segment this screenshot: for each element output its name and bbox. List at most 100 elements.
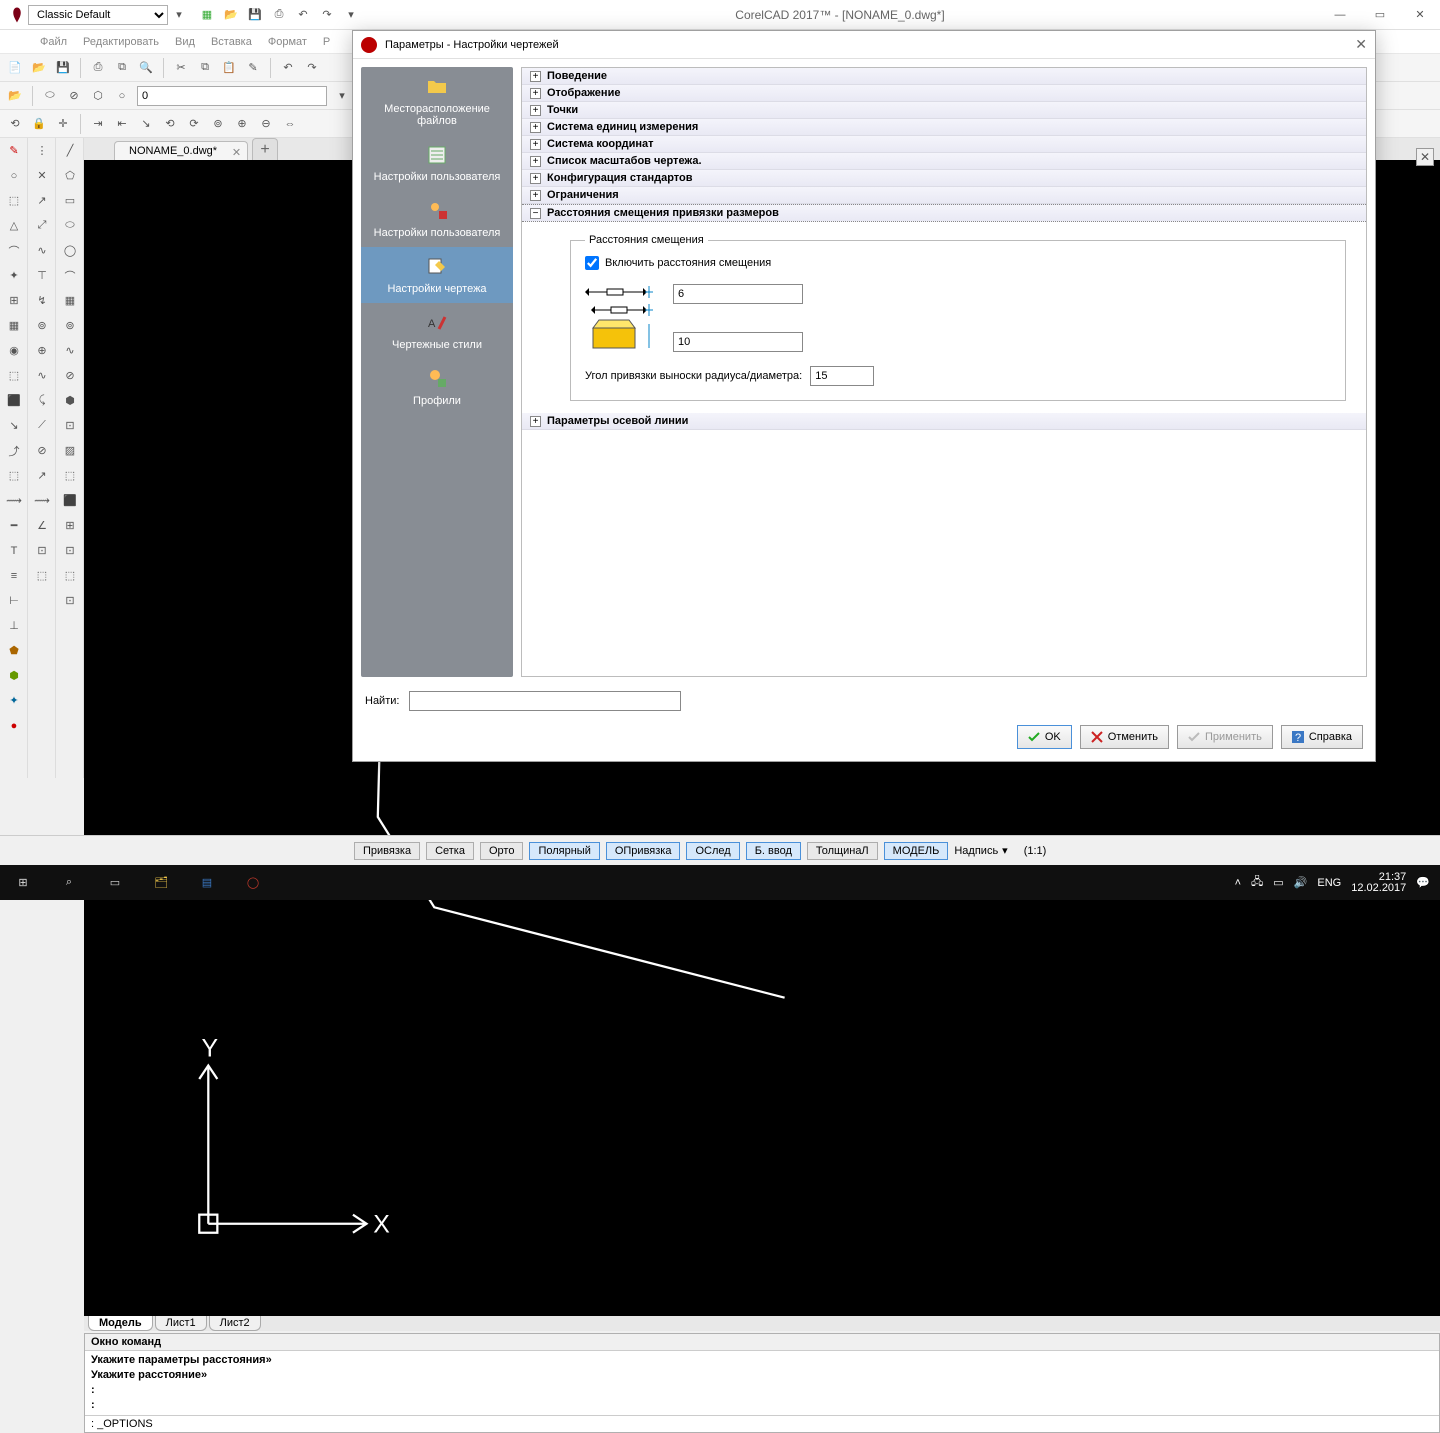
tool-icon[interactable]: 💾 xyxy=(54,59,72,77)
tool-icon[interactable]: 📋 xyxy=(220,59,238,77)
help-button[interactable]: ?Справка xyxy=(1281,725,1363,749)
tool-icon[interactable]: ⬚ xyxy=(0,363,28,388)
tool-icon[interactable]: ⬚ xyxy=(0,188,28,213)
tool-icon[interactable]: ⇤ xyxy=(113,115,131,133)
explorer-icon[interactable]: 🗂 xyxy=(138,865,184,900)
tool-icon[interactable]: ◯ xyxy=(56,238,84,263)
tool-icon[interactable]: ↯ xyxy=(28,288,56,313)
tool-icon[interactable]: ⬚ xyxy=(56,563,84,588)
tool-icon[interactable]: ⬛ xyxy=(56,488,84,513)
status-toggle[interactable]: МОДЕЛЬ xyxy=(884,842,949,860)
tool-icon[interactable]: ⌒ xyxy=(56,263,84,288)
tool-icon[interactable]: ▨ xyxy=(56,438,84,463)
angle-input[interactable] xyxy=(810,366,874,386)
tool-icon[interactable]: ∠ xyxy=(28,513,56,538)
status-toggle[interactable]: ТолщинаЛ xyxy=(807,842,878,860)
tool-icon[interactable]: 🔍 xyxy=(137,59,155,77)
tool-icon[interactable]: ⤴ xyxy=(0,438,28,463)
tool-icon[interactable]: 🔒 xyxy=(30,115,48,133)
expand-icon[interactable]: + xyxy=(530,173,541,184)
tool-icon[interactable]: ✎ xyxy=(0,138,28,163)
tray-chevron-icon[interactable]: ˄ xyxy=(1235,877,1241,889)
tool-icon[interactable]: ✕ xyxy=(28,163,56,188)
tool-icon[interactable]: ✎ xyxy=(244,59,262,77)
tool-icon[interactable]: ⊖ xyxy=(257,115,275,133)
chevron-down-icon[interactable]: ▾ xyxy=(342,6,360,24)
close-button[interactable]: ✕ xyxy=(1400,0,1440,30)
tool-icon[interactable]: ⬚ xyxy=(28,563,56,588)
coord-input[interactable] xyxy=(137,86,327,106)
tray-battery-icon[interactable]: ▭ xyxy=(1273,876,1283,889)
menu-view[interactable]: Вид xyxy=(175,36,195,48)
tool-icon[interactable]: ⤹ xyxy=(28,388,56,413)
sheet-tab-model[interactable]: Модель xyxy=(88,1316,153,1331)
tool-icon[interactable]: ∿ xyxy=(56,338,84,363)
tool-icon[interactable]: ◉ xyxy=(0,338,28,363)
tool-icon[interactable]: ○ xyxy=(113,87,131,105)
new-icon[interactable]: ▦ xyxy=(198,6,216,24)
tool-icon[interactable]: ⬭ xyxy=(41,87,59,105)
expand-icon[interactable]: + xyxy=(530,88,541,99)
dialog-close-button[interactable]: ✕ xyxy=(1355,36,1367,53)
tool-icon[interactable]: ⊡ xyxy=(56,413,84,438)
task-view-icon[interactable]: ▭ xyxy=(92,865,138,900)
tree-node[interactable]: +Система координат xyxy=(522,136,1366,153)
tool-icon[interactable]: ▾ xyxy=(333,87,351,105)
tool-icon[interactable]: ⊡ xyxy=(56,538,84,563)
command-input[interactable]: : _OPTIONS xyxy=(85,1415,1439,1432)
tool-icon[interactable]: ━ xyxy=(0,513,28,538)
status-toggle[interactable]: Полярный xyxy=(529,842,599,860)
tool-icon[interactable]: ⊢ xyxy=(0,588,28,613)
status-toggle[interactable]: ОПривязка xyxy=(606,842,681,860)
document-tab[interactable]: NONAME_0.dwg*✕ xyxy=(114,141,248,160)
corelcad-icon[interactable]: ◯ xyxy=(230,865,276,900)
expand-icon[interactable]: + xyxy=(530,105,541,116)
expand-icon[interactable]: + xyxy=(530,139,541,150)
tool-icon[interactable]: T xyxy=(0,538,28,563)
find-input[interactable] xyxy=(409,691,681,711)
tool-icon[interactable]: ⋮ xyxy=(28,138,56,163)
tool-icon[interactable]: ⬢ xyxy=(56,388,84,413)
status-toggle[interactable]: Б. ввод xyxy=(746,842,801,860)
tree-node[interactable]: +Параметры осевой линии xyxy=(522,413,1366,430)
status-toggle[interactable]: Привязка xyxy=(354,842,420,860)
tool-icon[interactable]: ⬠ xyxy=(56,163,84,188)
tray-volume-icon[interactable]: 🔊 xyxy=(1294,876,1308,889)
tool-icon[interactable]: ⊤ xyxy=(28,263,56,288)
tool-icon[interactable]: ⇥ xyxy=(89,115,107,133)
collapse-icon[interactable]: − xyxy=(530,208,541,219)
tool-icon[interactable]: 📂 xyxy=(6,87,24,105)
menu-insert[interactable]: Вставка xyxy=(211,36,252,48)
tool-icon[interactable]: ⊘ xyxy=(28,438,56,463)
redo-icon[interactable]: ↷ xyxy=(318,6,336,24)
tool-icon[interactable]: ↗ xyxy=(28,463,56,488)
tool-icon[interactable]: ↘ xyxy=(0,413,28,438)
tool-icon[interactable]: △ xyxy=(0,213,28,238)
tool-icon[interactable]: ↗ xyxy=(28,188,56,213)
tool-icon[interactable]: ⊘ xyxy=(56,363,84,388)
redo-icon[interactable]: ↷ xyxy=(303,59,321,77)
tool-icon[interactable]: ≡ xyxy=(0,563,28,588)
tool-icon[interactable]: ⬟ xyxy=(0,638,28,663)
category-item[interactable]: Настройки пользователя xyxy=(361,135,513,191)
tool-icon[interactable]: ✦ xyxy=(0,688,28,713)
tool-icon[interactable]: ⟿ xyxy=(0,488,28,513)
tool-icon[interactable]: ✛ xyxy=(54,115,72,133)
tool-icon[interactable]: ⬛ xyxy=(0,388,28,413)
tool-icon[interactable]: ⬚ xyxy=(56,463,84,488)
tool-icon[interactable]: ⊡ xyxy=(28,538,56,563)
expand-icon[interactable]: + xyxy=(530,71,541,82)
tool-icon[interactable]: ⎙ xyxy=(89,59,107,77)
category-item[interactable]: Профили xyxy=(361,359,513,415)
tool-icon[interactable]: ✦ xyxy=(0,263,28,288)
sheet-tab-1[interactable]: Лист1 xyxy=(155,1316,207,1331)
new-tab-button[interactable]: + xyxy=(252,138,278,160)
menu-truncated[interactable]: Р xyxy=(323,36,330,48)
category-item[interactable]: Месторасположение файлов xyxy=(361,67,513,135)
tool-icon[interactable]: 📄 xyxy=(6,59,24,77)
tool-icon[interactable]: ⊡ xyxy=(56,588,84,613)
tool-icon[interactable]: ○ xyxy=(0,163,28,188)
tool-icon[interactable]: ⊚ xyxy=(209,115,227,133)
status-combo[interactable]: Надпись▾ xyxy=(954,844,1007,857)
workspace-select[interactable]: Classic Default xyxy=(28,5,168,25)
